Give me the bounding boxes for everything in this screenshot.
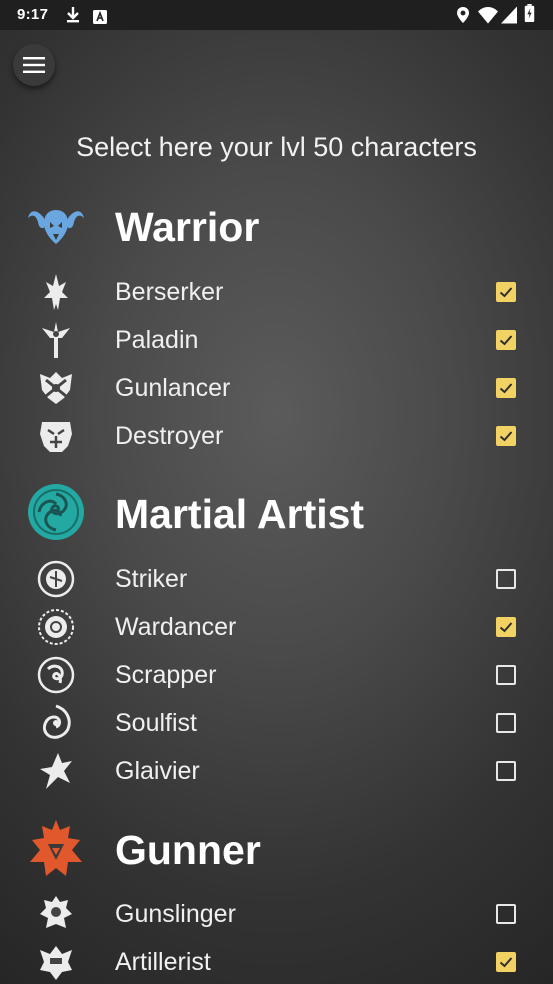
- check-icon: [499, 287, 513, 298]
- scrapper-icon: [37, 656, 75, 694]
- martial-artist-class-icon: [28, 484, 84, 540]
- class-label-gunlancer: Gunlancer: [115, 374, 231, 402]
- section-title-gunner: Gunner: [115, 827, 261, 873]
- checkbox-wardancer[interactable]: [496, 617, 516, 637]
- section-title-warrior: Warrior: [115, 204, 260, 250]
- checkbox-destroyer[interactable]: [496, 426, 516, 446]
- wardancer-icon: [38, 609, 74, 645]
- artillerist-icon: [40, 946, 72, 980]
- hamburger-menu-icon: [23, 57, 45, 73]
- checkbox-scrapper[interactable]: [496, 665, 516, 685]
- page-heading: Select here your lvl 50 characters: [76, 132, 477, 162]
- gunlancer-icon: [40, 372, 72, 404]
- class-label-glaivier: Glaivier: [115, 757, 200, 785]
- checkbox-striker[interactable]: [496, 569, 516, 589]
- checkbox-glaivier[interactable]: [496, 761, 516, 781]
- checkbox-berserker[interactable]: [496, 282, 516, 302]
- signal-icon: [501, 6, 517, 24]
- class-label-artillerist: Artillerist: [115, 948, 211, 976]
- class-label-striker: Striker: [115, 565, 188, 593]
- class-label-scrapper: Scrapper: [115, 661, 217, 689]
- class-label-wardancer: Wardancer: [115, 613, 237, 641]
- status-bar: 9:17: [0, 0, 553, 30]
- check-icon: [499, 622, 513, 633]
- class-label-gunslinger: Gunslinger: [115, 900, 236, 928]
- destroyer-icon: [40, 422, 72, 452]
- checkbox-gunlancer[interactable]: [496, 378, 516, 398]
- location-icon: [457, 7, 469, 23]
- class-label-berserker: Berserker: [115, 278, 224, 306]
- berserker-icon: [44, 274, 68, 310]
- download-icon: [67, 7, 79, 23]
- checkbox-gunslinger[interactable]: [496, 904, 516, 924]
- section-title-martial-artist: Martial Artist: [115, 491, 365, 537]
- striker-icon: [37, 560, 75, 598]
- menu-button[interactable]: [13, 44, 55, 86]
- glaivier-icon: [40, 753, 72, 789]
- soulfist-icon: [42, 704, 71, 739]
- checkbox-soulfist[interactable]: [496, 713, 516, 733]
- status-time: 9:17: [17, 6, 49, 23]
- warrior-class-icon: [28, 210, 84, 244]
- check-icon: [499, 431, 513, 442]
- class-label-soulfist: Soulfist: [115, 709, 197, 737]
- check-icon: [499, 383, 513, 394]
- class-label-destroyer: Destroyer: [115, 422, 224, 450]
- wifi-icon: [478, 7, 498, 24]
- check-icon: [499, 335, 513, 346]
- checkbox-paladin[interactable]: [496, 330, 516, 350]
- text-a-icon: [93, 10, 107, 24]
- paladin-icon: [42, 322, 70, 358]
- gunslinger-icon: [40, 896, 72, 928]
- check-icon: [499, 957, 513, 968]
- battery-icon: [524, 4, 535, 22]
- gunner-class-icon: [30, 820, 82, 876]
- checkbox-artillerist[interactable]: [496, 952, 516, 972]
- class-label-paladin: Paladin: [115, 326, 199, 354]
